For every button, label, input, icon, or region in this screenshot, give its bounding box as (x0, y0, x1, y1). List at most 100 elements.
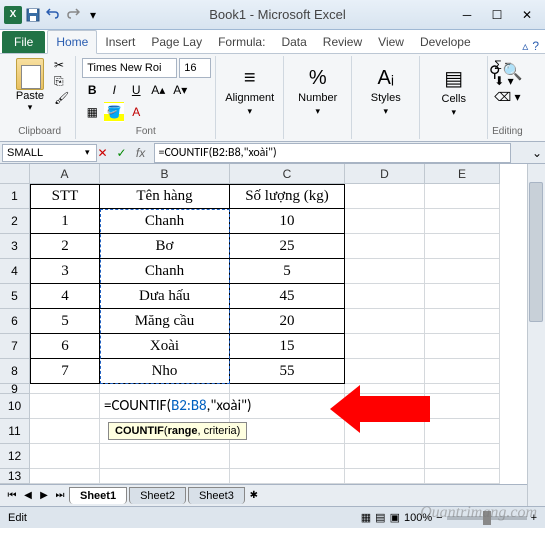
paste-button[interactable]: Paste ▾ (10, 58, 50, 113)
cell[interactable] (345, 309, 425, 334)
cell[interactable] (425, 309, 500, 334)
view-normal-icon[interactable]: ▦ (361, 511, 371, 524)
tab-pagelayout[interactable]: Page Lay (143, 31, 210, 53)
row-header[interactable]: 3 (0, 234, 30, 259)
vertical-scrollbar[interactable] (527, 164, 545, 506)
cell[interactable]: 45 (230, 284, 345, 309)
cell[interactable] (30, 419, 100, 444)
cell[interactable] (30, 469, 100, 484)
font-name-select[interactable] (82, 58, 177, 78)
cell[interactable]: Chanh (100, 209, 230, 234)
redo-icon[interactable] (64, 6, 82, 24)
fill-color-button[interactable]: 🪣 (104, 102, 124, 122)
cell[interactable]: Chanh (100, 259, 230, 284)
cell[interactable] (345, 444, 425, 469)
cell[interactable] (100, 444, 230, 469)
col-header-B[interactable]: B (100, 164, 230, 184)
row-header[interactable]: 2 (0, 209, 30, 234)
tab-data[interactable]: Data (273, 31, 314, 53)
cell[interactable] (100, 384, 230, 394)
expand-formula-bar-icon[interactable]: ⌄ (529, 146, 545, 160)
cell[interactable]: Nho (100, 359, 230, 384)
cell[interactable] (425, 444, 500, 469)
zoom-thumb[interactable] (483, 511, 491, 525)
tab-review[interactable]: Review (315, 31, 370, 53)
cancel-formula-icon[interactable]: ✕ (94, 144, 112, 162)
maximize-button[interactable]: ☐ (483, 5, 511, 25)
worksheet-grid[interactable]: A B C D E 1 STT Tên hàng Số lượng (kg) 2… (0, 164, 545, 484)
cell[interactable]: 1 (30, 209, 100, 234)
cell[interactable]: Bơ (100, 234, 230, 259)
cell[interactable] (425, 184, 500, 209)
zoom-in-button[interactable]: + (531, 512, 537, 524)
cell[interactable] (345, 359, 425, 384)
enter-formula-icon[interactable]: ✓ (113, 144, 131, 162)
sheet-tab[interactable]: Sheet1 (69, 487, 127, 504)
cell[interactable]: 2 (30, 234, 100, 259)
view-pagebreak-icon[interactable]: ▣ (390, 511, 400, 524)
formula-bar[interactable]: =COUNTIF(B2:B8,"xoài") (154, 143, 511, 163)
tab-insert[interactable]: Insert (97, 31, 143, 53)
cell[interactable] (425, 259, 500, 284)
col-header-D[interactable]: D (345, 164, 425, 184)
sort-filter-icon[interactable]: ⚲ (489, 62, 501, 82)
cell[interactable] (345, 184, 425, 209)
cell[interactable]: 25 (230, 234, 345, 259)
row-header[interactable]: 11 (0, 419, 30, 444)
cells-button[interactable]: ▤ Cells ▾ (426, 58, 481, 126)
cell[interactable] (30, 384, 100, 394)
cell[interactable] (425, 419, 500, 444)
cell[interactable] (425, 209, 500, 234)
tab-developer[interactable]: Develope (412, 31, 479, 53)
cell[interactable] (425, 284, 500, 309)
new-sheet-icon[interactable]: ✱ (246, 487, 262, 505)
paste-dropdown-icon[interactable]: ▾ (28, 102, 33, 113)
cell[interactable]: Măng cầu (100, 309, 230, 334)
alignment-button[interactable]: ≡ Alignment ▾ (222, 58, 277, 126)
cell[interactable] (345, 469, 425, 484)
zoom-slider[interactable] (447, 516, 527, 520)
cell[interactable] (425, 384, 500, 394)
cell[interactable] (425, 394, 500, 419)
cell[interactable]: 15 (230, 334, 345, 359)
minimize-button[interactable]: ─ (453, 5, 481, 25)
help-icon[interactable]: ? (532, 39, 539, 53)
tab-formulas[interactable]: Formula: (210, 31, 273, 53)
cell[interactable] (425, 469, 500, 484)
cell[interactable]: 3 (30, 259, 100, 284)
cell[interactable]: 6 (30, 334, 100, 359)
cell[interactable]: 7 (30, 359, 100, 384)
find-icon[interactable]: 🔍 (503, 62, 523, 82)
minimize-ribbon-icon[interactable]: ▵ (522, 39, 528, 53)
cut-icon[interactable]: ✂ (54, 58, 69, 72)
col-header-A[interactable]: A (30, 164, 100, 184)
name-box[interactable] (2, 144, 97, 162)
excel-icon[interactable]: X (4, 6, 22, 24)
tab-home[interactable]: Home (47, 30, 97, 54)
row-header[interactable]: 6 (0, 309, 30, 334)
grow-font-icon[interactable]: A▴ (148, 80, 168, 100)
cell[interactable]: 55 (230, 359, 345, 384)
select-all-corner[interactable] (0, 164, 30, 184)
sheet-nav-first-icon[interactable]: ⏮ (4, 487, 20, 505)
scrollbar-thumb[interactable] (529, 182, 543, 322)
styles-button[interactable]: Aᵢ Styles ▾ (358, 58, 413, 126)
zoom-out-button[interactable]: − (436, 512, 442, 524)
view-pagelayout-icon[interactable]: ▤ (375, 511, 385, 524)
row-header[interactable]: 5 (0, 284, 30, 309)
cell[interactable] (425, 334, 500, 359)
cell[interactable]: Dưa hấu (100, 284, 230, 309)
italic-button[interactable]: I (104, 80, 124, 100)
cell[interactable] (100, 469, 230, 484)
cell[interactable]: 4 (30, 284, 100, 309)
cell[interactable] (230, 384, 345, 394)
format-painter-icon[interactable]: 🖌 (54, 91, 69, 105)
shrink-font-icon[interactable]: A▾ (170, 80, 190, 100)
row-header[interactable]: 13 (0, 469, 30, 484)
cell[interactable] (345, 284, 425, 309)
number-button[interactable]: % Number ▾ (290, 58, 345, 126)
row-header[interactable]: 4 (0, 259, 30, 284)
qat-dropdown-icon[interactable]: ▾ (84, 6, 102, 24)
row-header[interactable]: 10 (0, 394, 30, 419)
cell[interactable]: 20 (230, 309, 345, 334)
